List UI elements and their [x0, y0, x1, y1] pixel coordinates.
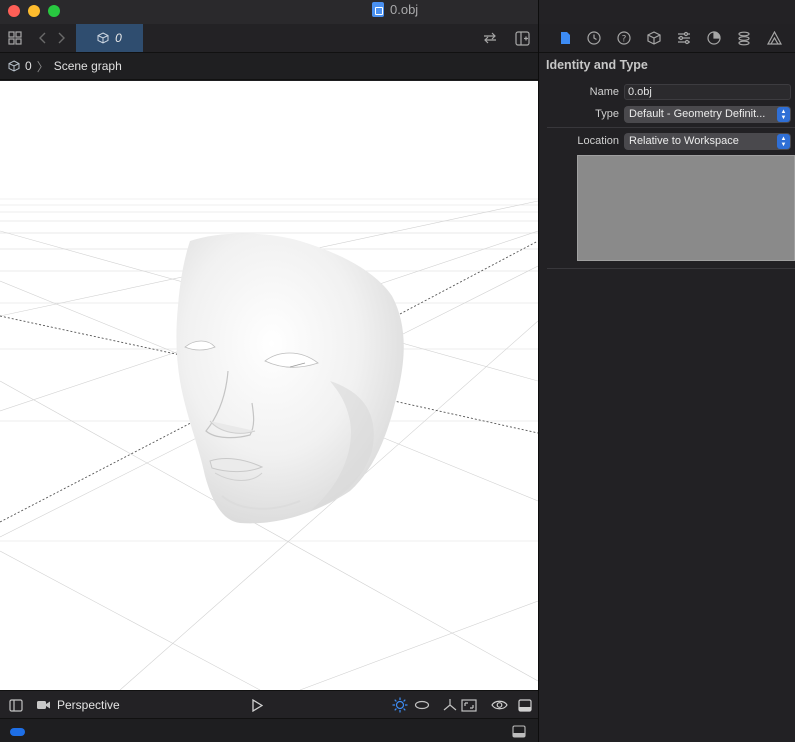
camera-selector[interactable]: Perspective [37, 697, 120, 713]
location-select-value: Relative to Workspace [629, 135, 739, 147]
breadcrumb-root[interactable]: 0 [25, 59, 32, 73]
breadcrumb-current[interactable]: Scene graph [54, 59, 122, 73]
help-icon[interactable]: ? [616, 30, 632, 46]
status-bar [0, 718, 538, 742]
tab-scene-label: 0 [115, 31, 122, 45]
physics-icon[interactable] [706, 30, 722, 46]
back-chevron-icon[interactable] [34, 29, 52, 47]
face-mesh [176, 233, 404, 524]
status-indicator [10, 728, 25, 736]
orbit-icon[interactable] [414, 697, 430, 713]
file-preview [577, 155, 795, 261]
frame-icon[interactable] [461, 697, 477, 713]
inspector-panel: ? Identity and Type Name 0.obj Type Defa… [539, 24, 795, 742]
type-label: Type [595, 108, 619, 120]
section-divider [547, 127, 795, 128]
window-title: 0.obj [372, 2, 418, 17]
window-title-text: 0.obj [390, 2, 419, 17]
chevron-updown-icon: ▲ ▼ [777, 107, 790, 122]
section-title-identity: Identity and Type [546, 58, 648, 72]
forward-chevron-icon[interactable] [52, 29, 70, 47]
bottom-panel-toggle-icon[interactable] [518, 697, 532, 713]
file-icon[interactable] [557, 30, 573, 46]
spring-icon[interactable] [736, 30, 752, 46]
breadcrumb-chevron-icon: 〉 [36, 59, 49, 74]
chevron-updown-icon: ▲ ▼ [777, 134, 790, 149]
title-bar-inspector-area [538, 0, 795, 24]
scene-file-icon [372, 2, 384, 17]
section-divider [547, 268, 795, 269]
location-label: Location [577, 135, 619, 147]
play-icon[interactable] [251, 697, 263, 713]
location-select[interactable]: Relative to Workspace ▲ ▼ [624, 133, 791, 150]
scene-render [0, 198, 538, 690]
svg-text:?: ? [622, 35, 627, 45]
sidebar-toggle-icon[interactable] [9, 697, 23, 713]
swap-arrows-icon[interactable] [481, 29, 499, 47]
minimize-window-button[interactable] [28, 5, 40, 17]
scene-viewport[interactable] [0, 81, 538, 690]
sliders-icon[interactable] [676, 30, 692, 46]
grid-icon[interactable] [6, 29, 24, 47]
add-editor-icon[interactable] [513, 29, 531, 47]
shape-icon[interactable] [766, 30, 782, 46]
zoom-window-button[interactable] [48, 5, 60, 17]
name-label: Name [589, 86, 619, 98]
type-select-value: Default - Geometry Definit... [629, 108, 766, 120]
title-bar: 0.obj [0, 0, 538, 24]
history-icon[interactable] [586, 30, 602, 46]
viewport-toolbar: Perspective [0, 690, 538, 718]
name-field[interactable]: 0.obj [624, 84, 791, 100]
cube-icon[interactable] [646, 30, 662, 46]
type-select[interactable]: Default - Geometry Definit... ▲ ▼ [624, 106, 791, 123]
axes-gizmo-icon[interactable] [443, 697, 457, 713]
camera-label: Perspective [57, 698, 120, 712]
cube-icon [97, 32, 109, 44]
video-camera-icon [37, 701, 50, 709]
breadcrumb: 0 〉 Scene graph [0, 53, 538, 80]
inspector-tabs: ? [539, 24, 795, 53]
tab-scene[interactable]: 0 [76, 24, 143, 52]
cube-icon [8, 60, 20, 72]
lighting-icon[interactable] [392, 697, 408, 713]
debug-area-toggle-icon[interactable] [512, 725, 526, 741]
visibility-eye-icon[interactable] [491, 697, 508, 713]
tab-bar: 0 [0, 24, 538, 53]
close-window-button[interactable] [8, 5, 20, 17]
